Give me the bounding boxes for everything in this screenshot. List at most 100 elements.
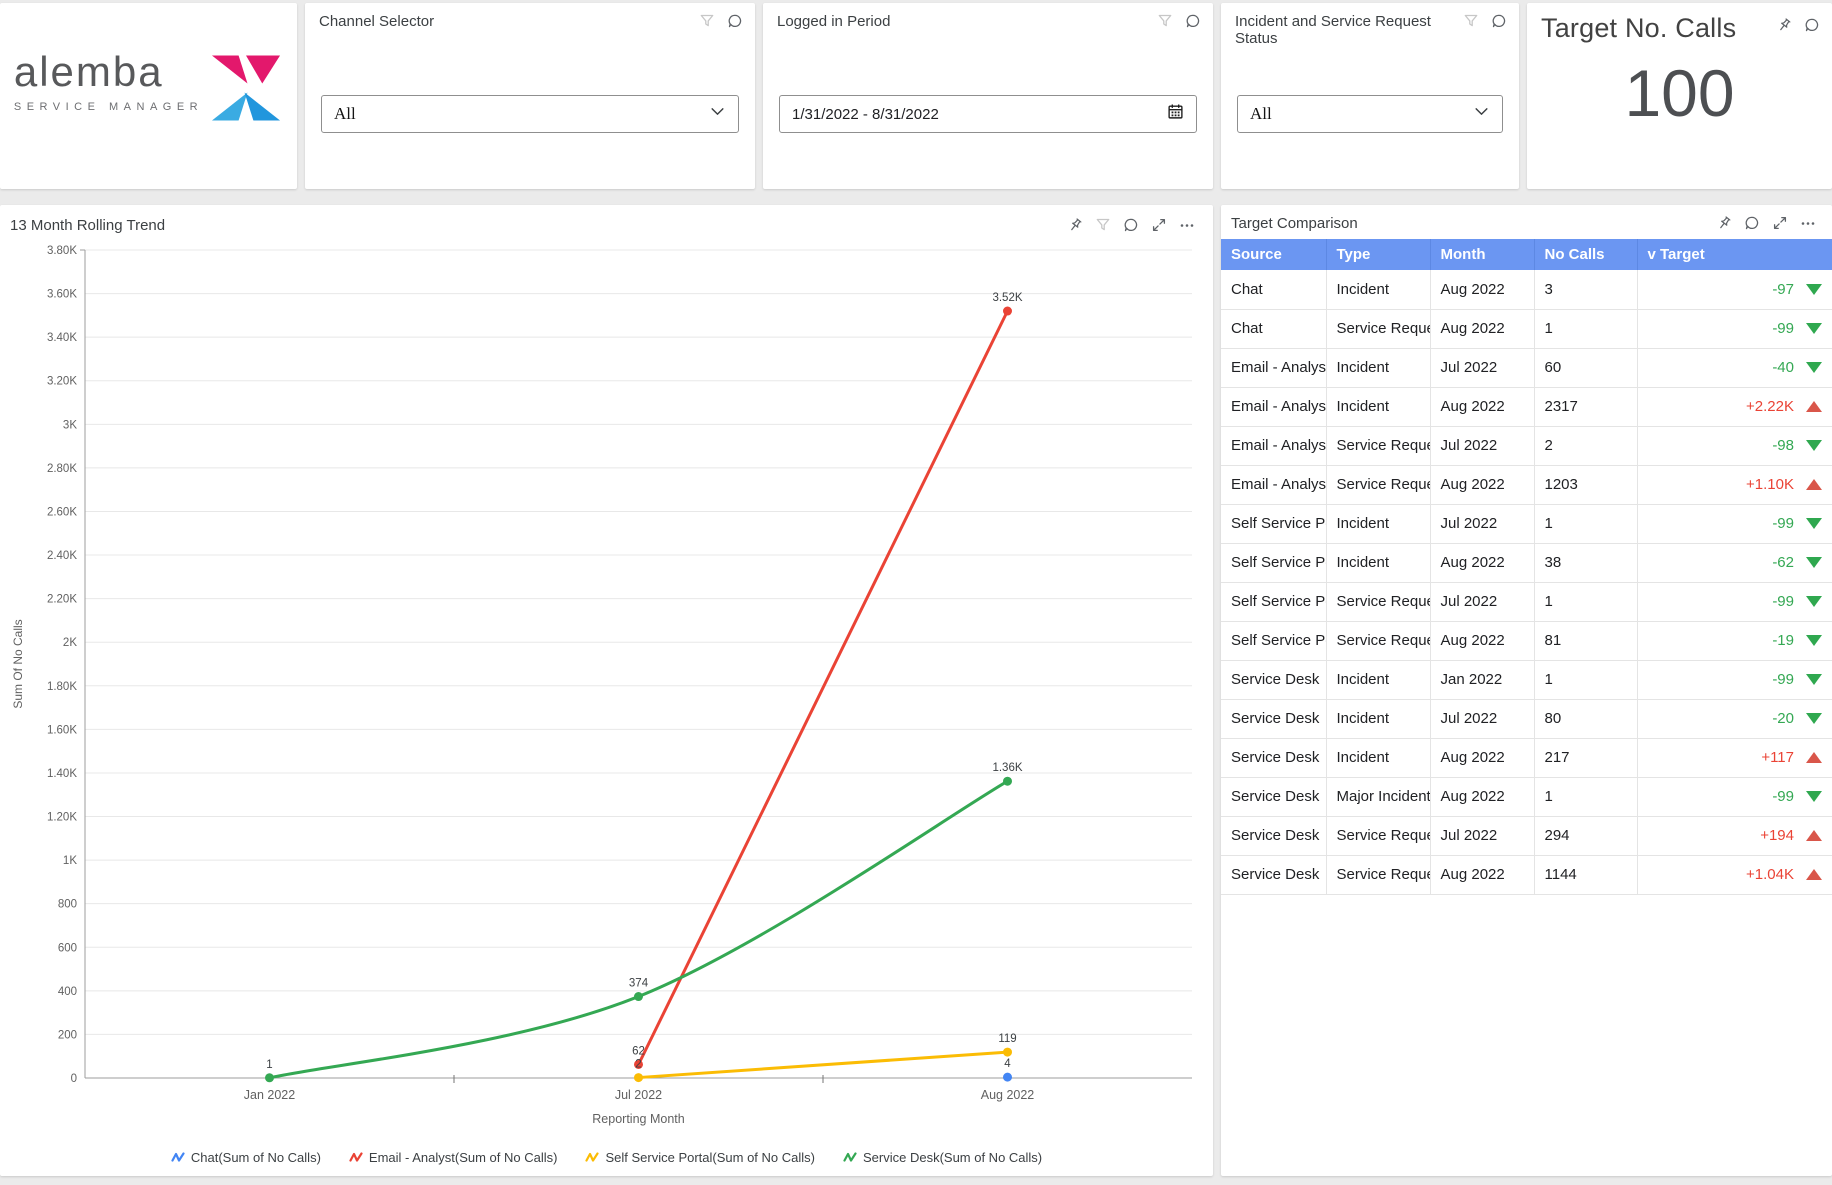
y-axis-tick-label: 200 xyxy=(58,1029,77,1041)
cell-v-target: +1.04K xyxy=(1637,855,1832,894)
filter-icon[interactable] xyxy=(699,13,715,29)
table-row[interactable]: ChatIncidentAug 20223-97 xyxy=(1221,270,1832,309)
column-header-source[interactable]: Source xyxy=(1221,239,1326,270)
y-axis-tick-label: 1K xyxy=(63,855,77,867)
table-row[interactable]: Email - AnalystIncidentAug 20222317+2.22… xyxy=(1221,387,1832,426)
cell-source: Self Service Por... xyxy=(1221,504,1326,543)
cell-source: Service Desk xyxy=(1221,660,1326,699)
cell-v-target: +194 xyxy=(1637,816,1832,855)
filter-icon[interactable] xyxy=(1463,13,1479,29)
legend-item-0[interactable]: Chat(Sum of No Calls) xyxy=(171,1150,321,1165)
comment-icon[interactable] xyxy=(1744,215,1760,231)
x-axis-tick-label: Jul 2022 xyxy=(615,1088,662,1102)
brand-panel: alemba SERVICE MANAGER xyxy=(0,3,297,189)
triangle-up-icon xyxy=(1806,752,1822,763)
table-row[interactable]: Service DeskMajor IncidentAug 20221-99 xyxy=(1221,777,1832,816)
y-axis-tick-label: 2.60K xyxy=(47,506,77,518)
cell-source: Self Service Por... xyxy=(1221,543,1326,582)
line-series-icon xyxy=(585,1151,599,1164)
table-row[interactable]: Service DeskService RequestAug 20221144+… xyxy=(1221,855,1832,894)
more-options-icon[interactable] xyxy=(1800,215,1816,231)
table-row[interactable]: Email - AnalystIncidentJul 202260-40 xyxy=(1221,348,1832,387)
column-header-month[interactable]: Month xyxy=(1430,239,1534,270)
calendar-icon[interactable] xyxy=(1167,103,1184,125)
x-axis-title: Reporting Month xyxy=(592,1112,684,1126)
comment-icon[interactable] xyxy=(1804,17,1820,33)
table-row[interactable]: Service DeskIncidentJul 202280-20 xyxy=(1221,699,1832,738)
data-point-label: 374 xyxy=(629,978,649,990)
chevron-down-icon xyxy=(1473,103,1490,125)
data-point[interactable] xyxy=(1003,1073,1012,1082)
main-row: 13 Month Rolling Trend 02004006008001K1.… xyxy=(0,205,1832,1176)
legend-label: Email - Analyst(Sum of No Calls) xyxy=(369,1150,558,1165)
period-date-input[interactable]: 1/31/2022 - 8/31/2022 xyxy=(779,95,1197,133)
chevron-down-icon xyxy=(709,103,726,125)
table-row[interactable]: Self Service Por...IncidentJul 20221-99 xyxy=(1221,504,1832,543)
cell-source: Email - Analyst xyxy=(1221,465,1326,504)
table-row[interactable]: Service DeskService RequestJul 2022294+1… xyxy=(1221,816,1832,855)
triangle-down-icon xyxy=(1806,440,1822,451)
cell-month: Aug 2022 xyxy=(1430,309,1534,348)
triangle-down-icon xyxy=(1806,557,1822,568)
triangle-up-icon xyxy=(1806,869,1822,880)
cell-calls: 1 xyxy=(1534,777,1637,816)
column-header-nocalls[interactable]: No Calls xyxy=(1534,239,1637,270)
filter-icon[interactable] xyxy=(1157,13,1173,29)
dashboard: alemba SERVICE MANAGER Channel Selector xyxy=(0,0,1832,1176)
triangle-down-icon xyxy=(1806,674,1822,685)
expand-icon[interactable] xyxy=(1772,215,1788,231)
comment-icon[interactable] xyxy=(1491,13,1507,29)
cell-type: Service Request xyxy=(1326,816,1430,855)
cell-type: Incident xyxy=(1326,543,1430,582)
data-point-label: 2 xyxy=(635,1059,641,1071)
table-row[interactable]: Self Service Por...Service RequestAug 20… xyxy=(1221,621,1832,660)
comment-icon[interactable] xyxy=(1185,13,1201,29)
data-point[interactable] xyxy=(1003,1048,1012,1057)
table-row[interactable]: Email - AnalystService RequestJul 20222-… xyxy=(1221,426,1832,465)
comment-icon[interactable] xyxy=(727,13,743,29)
data-point[interactable] xyxy=(634,1073,643,1082)
column-header-vtarget[interactable]: v Target xyxy=(1637,239,1832,270)
table-row[interactable]: Self Service Por...IncidentAug 202238-62 xyxy=(1221,543,1832,582)
v-target-value: +194 xyxy=(1760,827,1794,844)
y-axis-tick-label: 3.80K xyxy=(47,245,77,257)
rolling-trend-panel: 13 Month Rolling Trend 02004006008001K1.… xyxy=(0,205,1213,1176)
cell-calls: 1 xyxy=(1534,582,1637,621)
cell-month: Aug 2022 xyxy=(1430,543,1534,582)
triangle-down-icon xyxy=(1806,323,1822,334)
channel-select[interactable]: All xyxy=(321,95,739,133)
column-header-type[interactable]: Type xyxy=(1326,239,1430,270)
legend-item-2[interactable]: Self Service Portal(Sum of No Calls) xyxy=(585,1150,815,1165)
y-axis-tick-label: 1.20K xyxy=(47,812,77,824)
pin-icon[interactable] xyxy=(1716,215,1732,231)
cell-calls: 60 xyxy=(1534,348,1637,387)
table-row[interactable]: Service DeskIncidentAug 2022217+117 xyxy=(1221,738,1832,777)
data-point[interactable] xyxy=(265,1073,274,1082)
data-point-label: 119 xyxy=(998,1033,1016,1045)
v-target-value: +1.10K xyxy=(1746,476,1794,493)
y-axis-tick-label: 3.60K xyxy=(47,289,77,301)
legend-item-1[interactable]: Email - Analyst(Sum of No Calls) xyxy=(349,1150,558,1165)
brand-tagline: SERVICE MANAGER xyxy=(14,101,203,113)
cell-calls: 294 xyxy=(1534,816,1637,855)
table-row[interactable]: Service DeskIncidentJan 20221-99 xyxy=(1221,660,1832,699)
y-axis-tick-label: 3.40K xyxy=(47,332,77,344)
triangle-up-icon xyxy=(1806,401,1822,412)
pin-icon[interactable] xyxy=(1776,17,1792,33)
cell-calls: 2 xyxy=(1534,426,1637,465)
table-row[interactable]: ChatService RequestAug 20221-99 xyxy=(1221,309,1832,348)
v-target-value: -19 xyxy=(1772,632,1794,649)
x-axis-tick-label: Jan 2022 xyxy=(244,1088,295,1102)
cell-v-target: -40 xyxy=(1637,348,1832,387)
data-point[interactable] xyxy=(1003,777,1012,786)
data-point[interactable] xyxy=(634,992,643,1001)
table-row[interactable]: Email - AnalystService RequestAug 202212… xyxy=(1221,465,1832,504)
table-row[interactable]: Self Service Por...Service RequestJul 20… xyxy=(1221,582,1832,621)
trend-chart-svg: 02004006008001K1.20K1.40K1.60K1.80K2K2.2… xyxy=(0,205,1213,1135)
line-series-icon xyxy=(171,1151,185,1164)
status-select[interactable]: All xyxy=(1237,95,1503,133)
series-line xyxy=(270,781,1008,1078)
data-point[interactable] xyxy=(1003,307,1012,316)
legend-item-3[interactable]: Service Desk(Sum of No Calls) xyxy=(843,1150,1042,1165)
cell-month: Jul 2022 xyxy=(1430,816,1534,855)
